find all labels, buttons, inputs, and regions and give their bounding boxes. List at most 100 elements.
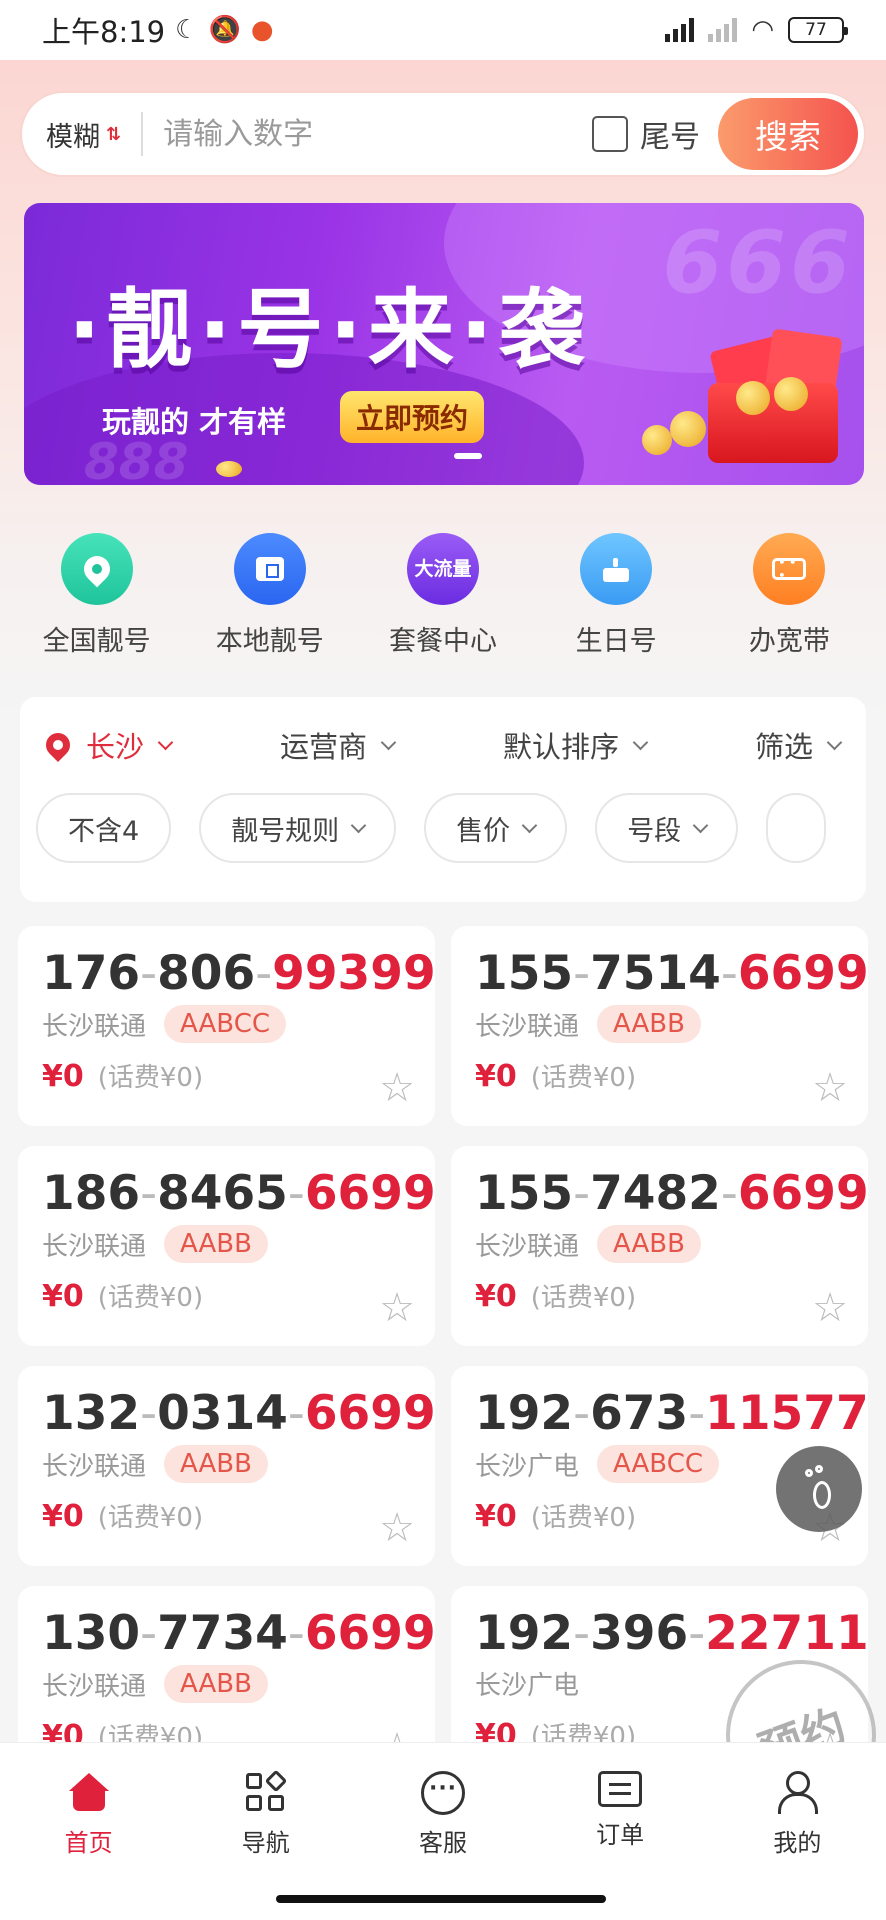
search-input[interactable] bbox=[163, 116, 564, 152]
moon-icon: ☾ bbox=[175, 15, 199, 45]
home-indicator bbox=[276, 1895, 606, 1903]
price-row: ¥0 (话费¥0) bbox=[42, 1057, 413, 1094]
star-icon[interactable]: ☆ bbox=[812, 1288, 848, 1328]
star-icon[interactable]: ☆ bbox=[379, 1068, 415, 1108]
chip-prefix[interactable]: 号段 bbox=[595, 793, 739, 863]
chevron-down-icon bbox=[350, 817, 367, 833]
carrier-label: 长沙联通 bbox=[475, 1011, 580, 1042]
number-middle: 8465 bbox=[157, 1166, 288, 1221]
number-meta: 长沙联通 AABB bbox=[42, 1665, 413, 1703]
footprint-button[interactable] bbox=[776, 1446, 862, 1532]
number-card[interactable]: 186-8465-6699 长沙联通 AABB ¥0 (话费¥0) ☆ bbox=[18, 1146, 436, 1346]
search-mode-label: 模糊 bbox=[46, 121, 100, 153]
star-icon[interactable]: ☆ bbox=[379, 1508, 415, 1548]
chevron-down-icon bbox=[157, 734, 174, 750]
carrier-label: 长沙广电 bbox=[475, 1451, 580, 1482]
number-card[interactable]: 176-806-99399 长沙联通 AABCC ¥0 (话费¥0) ☆ bbox=[18, 926, 436, 1126]
banner-cta-button[interactable]: 立即预约 bbox=[340, 391, 485, 443]
category-birthday[interactable]: 生日号 bbox=[531, 533, 701, 658]
status-right: ◠ 77 bbox=[665, 15, 848, 45]
number-card[interactable]: 155-7482-6699 长沙联通 AABB ¥0 (话费¥0) ☆ bbox=[451, 1146, 869, 1346]
carrier-label: 长沙联通 bbox=[42, 1231, 147, 1262]
sim-card-icon bbox=[233, 533, 306, 605]
sort-filter[interactable]: 默认排序 bbox=[503, 724, 649, 766]
number-prefix: 192 bbox=[475, 1606, 574, 1661]
tab-label: 我的 bbox=[773, 1829, 822, 1857]
phone-credit: (话费¥0) bbox=[530, 1283, 637, 1313]
chip-label: 不含4 bbox=[68, 815, 140, 847]
battery-icon: 77 bbox=[788, 17, 848, 43]
filter-panel: 长沙 运营商 默认排序 筛选 不含4 靓号规则 售价 号段 bbox=[20, 697, 866, 902]
star-icon[interactable]: ☆ bbox=[379, 1288, 415, 1328]
tail-number-checkbox[interactable]: 尾号 bbox=[592, 112, 700, 156]
category-label: 全国靓号 bbox=[42, 626, 151, 657]
category-plans[interactable]: 大流量 套餐中心 bbox=[358, 533, 528, 658]
chip-price[interactable]: 售价 bbox=[424, 793, 568, 863]
number-separator: - bbox=[140, 946, 158, 1001]
status-bar: 上午8:19 ☾ 🔕 ● ◠ 77 bbox=[0, 0, 886, 60]
router-icon bbox=[753, 533, 826, 605]
star-icon[interactable]: ☆ bbox=[812, 1068, 848, 1108]
banner-title: ·靓·号·来·袭 bbox=[68, 280, 591, 380]
tab-home[interactable]: 首页 bbox=[19, 1771, 159, 1920]
price: ¥0 bbox=[42, 1499, 84, 1534]
pattern-tag: AABB bbox=[597, 1225, 701, 1263]
number-meta: 长沙联通 AABB bbox=[42, 1225, 413, 1263]
more-filter[interactable]: 筛选 bbox=[755, 724, 843, 766]
phone-credit: (话费¥0) bbox=[530, 1503, 637, 1533]
number-separator: - bbox=[720, 946, 738, 1001]
number-highlight: 99399 bbox=[272, 946, 436, 1001]
number-middle: 396 bbox=[590, 1606, 689, 1661]
signal-secondary-icon bbox=[708, 18, 738, 42]
price: ¥0 bbox=[475, 1499, 517, 1534]
tab-profile[interactable]: 我的 bbox=[727, 1771, 867, 1920]
phone-number: 192-673-11577 bbox=[475, 1386, 869, 1441]
number-prefix: 176 bbox=[42, 946, 141, 1001]
number-card[interactable]: 155-7514-6699 长沙联通 AABB ¥0 (话费¥0) ☆ bbox=[451, 926, 869, 1126]
number-separator: - bbox=[573, 946, 591, 1001]
phone-number: 176-806-99399 bbox=[42, 946, 436, 1001]
number-middle: 7734 bbox=[157, 1606, 288, 1661]
phone-number: 155-7514-6699 bbox=[475, 946, 869, 1001]
chip-label: 售价 bbox=[456, 815, 511, 847]
chip-more[interactable] bbox=[766, 793, 827, 863]
number-highlight: 6699 bbox=[737, 946, 869, 1001]
coin-icon bbox=[642, 425, 672, 455]
carrier-filter[interactable]: 运营商 bbox=[280, 724, 397, 766]
chip-number-rules[interactable]: 靓号规则 bbox=[199, 793, 397, 863]
chat-icon bbox=[420, 1771, 465, 1815]
number-separator: - bbox=[720, 1166, 738, 1221]
number-prefix: 192 bbox=[475, 1386, 574, 1441]
city-filter[interactable]: 长沙 bbox=[41, 724, 174, 766]
number-prefix: 155 bbox=[475, 946, 574, 1001]
app-notification-icon: ● bbox=[250, 15, 274, 45]
phone-credit: (话费¥0) bbox=[530, 1063, 637, 1093]
pattern-tag: AABB bbox=[164, 1445, 268, 1483]
wifi-icon: ◠ bbox=[751, 15, 774, 45]
number-highlight: 6699 bbox=[304, 1166, 436, 1221]
search-button[interactable]: 搜索 bbox=[718, 98, 858, 170]
filter-row: 长沙 运营商 默认排序 筛选 bbox=[20, 697, 866, 793]
category-broadband[interactable]: 办宽带 bbox=[704, 533, 874, 658]
price: ¥0 bbox=[42, 1279, 84, 1314]
search-mode-toggle[interactable]: 模糊 ⇅ bbox=[46, 115, 121, 154]
chevron-down-icon bbox=[826, 734, 843, 750]
carrier-label: 长沙联通 bbox=[475, 1231, 580, 1262]
category-label: 本地靓号 bbox=[215, 626, 324, 657]
pattern-tag: AABCC bbox=[597, 1445, 719, 1483]
filter-chips: 不含4 靓号规则 售价 号段 bbox=[20, 793, 850, 863]
number-card[interactable]: 132-0314-6699 长沙联通 AABB ¥0 (话费¥0) ☆ bbox=[18, 1366, 436, 1566]
category-local[interactable]: 本地靓号 bbox=[185, 533, 355, 658]
carrier-label: 长沙联通 bbox=[42, 1451, 147, 1482]
chip-no-four[interactable]: 不含4 bbox=[36, 793, 172, 863]
number-separator: - bbox=[255, 946, 273, 1001]
search-bar: 模糊 ⇅ 尾号 搜索 bbox=[20, 91, 866, 177]
chip-label: 号段 bbox=[627, 815, 682, 847]
category-label: 生日号 bbox=[575, 626, 657, 657]
category-national[interactable]: 全国靓号 bbox=[12, 533, 182, 658]
promo-banner[interactable]: 666 888 ·靓·号·来·袭 玩靓的 才有样 立即预约 bbox=[24, 203, 864, 485]
number-separator: - bbox=[140, 1166, 158, 1221]
number-separator: - bbox=[573, 1386, 591, 1441]
category-label: 套餐中心 bbox=[388, 626, 497, 657]
price-row: ¥0 (话费¥0) bbox=[42, 1277, 413, 1314]
